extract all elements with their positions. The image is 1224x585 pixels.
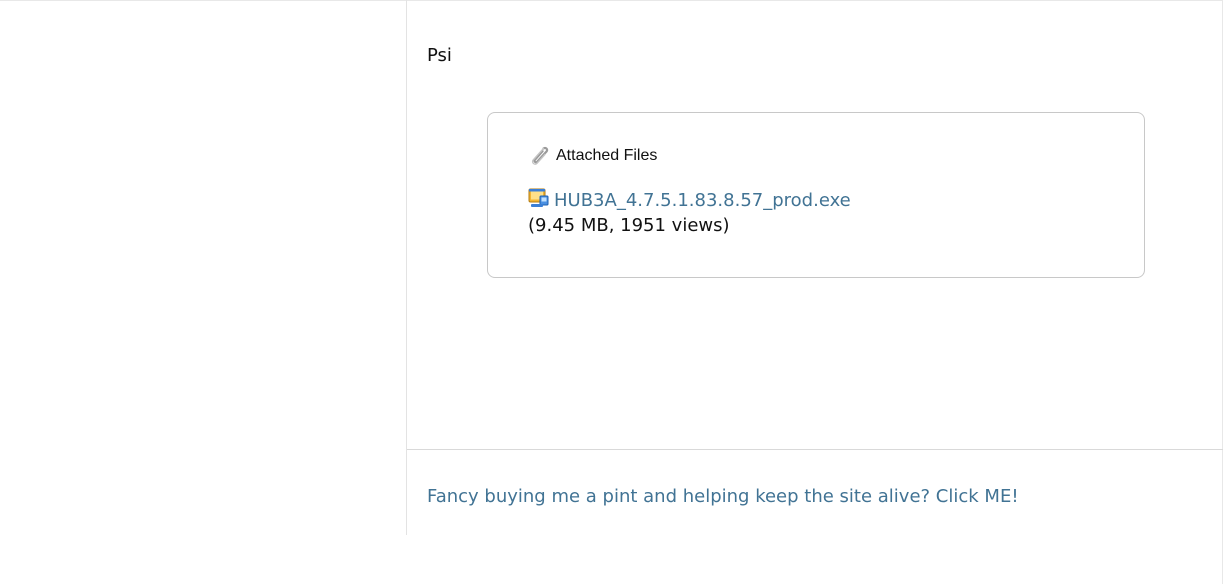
attachments-header: Attached Files: [528, 145, 657, 167]
attachment-item: HUB3A_4.7.5.1.83.8.57_prod.exe (9.45 MB,…: [528, 187, 868, 238]
signature-divider: [407, 449, 1223, 450]
attachment-file-link[interactable]: HUB3A_4.7.5.1.83.8.57_prod.exe: [554, 190, 851, 211]
attachments-box: Attached Files HUB3A_4.7.5.1.83.8.57_pro…: [487, 112, 1145, 278]
exe-file-icon: [528, 188, 549, 207]
signature-link[interactable]: Fancy buying me a pint and helping keep …: [427, 485, 1019, 509]
attachment-file-meta: (9.45 MB, 1951 views): [528, 215, 730, 236]
attachments-title: Attached Files: [556, 147, 658, 164]
forum-post-page: Psi Attached Files HUB3A_4.7.5.1.83.8.57…: [0, 0, 1224, 585]
post-content: Psi Attached Files HUB3A_4.7.5.1.83.8.57…: [407, 0, 1223, 449]
post-message: Psi: [427, 45, 452, 66]
paperclip-icon: [531, 146, 549, 165]
user-info-column: [0, 0, 406, 585]
